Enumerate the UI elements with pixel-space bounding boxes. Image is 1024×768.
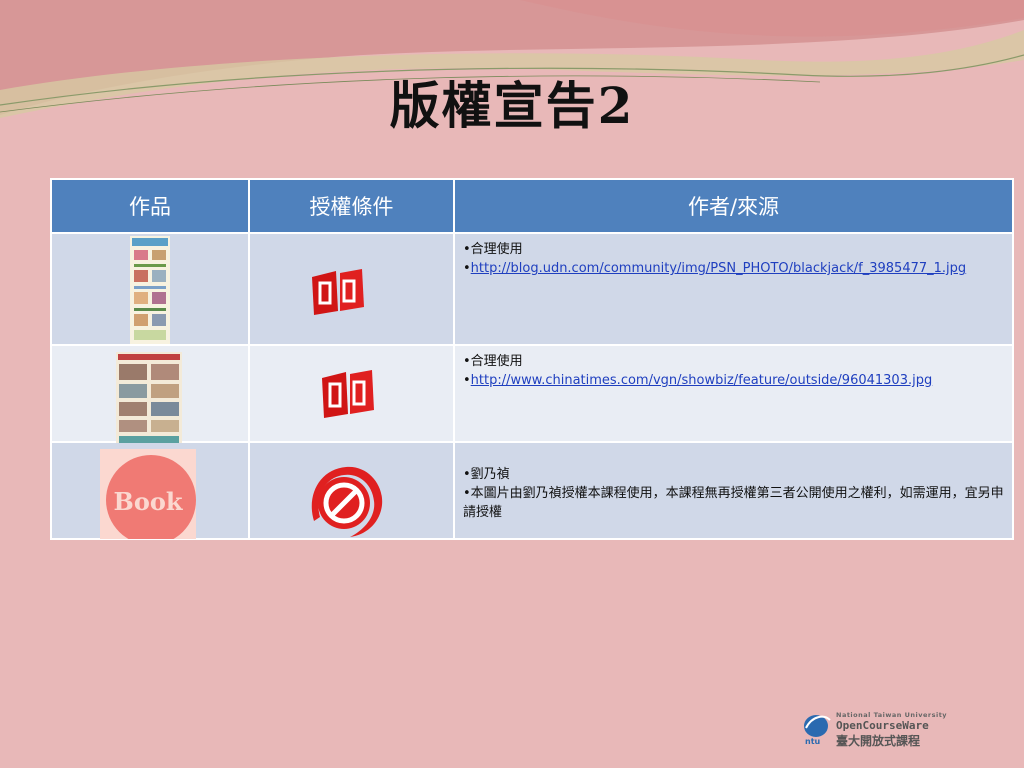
header-source: 作者/來源: [453, 178, 1014, 234]
license-table: 作品 授權條件 作者/來源 •合理使用 •http://blog.udn.com…: [50, 178, 1014, 540]
table-row: Book •劉乃禎 •本圖片由劉乃禎授權本課程使用，本課程無再授權第三者公開使用…: [50, 441, 1014, 540]
open-book-icon: [322, 370, 374, 418]
license-cell: [248, 344, 455, 443]
source-link[interactable]: http://blog.udn.com/community/img/PSN_PH…: [471, 261, 966, 276]
work-cell: [50, 344, 250, 448]
logo-university: National Taiwan University: [836, 711, 948, 719]
source-line: •本圖片由劉乃禎授權本課程使用，本課程無再授權第三者公開使用之權利，如需運用，宜…: [463, 486, 1004, 520]
open-book-icon: [312, 269, 364, 315]
table-row: •合理使用 •http://blog.udn.com/community/img…: [50, 232, 1014, 346]
license-cell: [248, 232, 455, 346]
header-work: 作品: [50, 178, 250, 234]
source-cell: •合理使用 •http://www.chinatimes.com/vgn/sho…: [453, 344, 1014, 443]
book-logo-thumbnail-icon: Book: [100, 449, 196, 539]
work-cell: [50, 232, 250, 346]
source-cell: •劉乃禎 •本圖片由劉乃禎授權本課程使用，本課程無再授權第三者公開使用之權利，如…: [453, 441, 1014, 540]
magazine-page-thumbnail-icon: [130, 236, 170, 344]
svg-text:ntu: ntu: [805, 737, 821, 746]
table-row: •合理使用 •http://www.chinatimes.com/vgn/sho…: [50, 344, 1014, 448]
logo-ocw: OpenCourseWare: [836, 719, 929, 732]
book-logo-label: Book: [113, 487, 183, 516]
table-header-row: 作品 授權條件 作者/來源: [50, 178, 1014, 234]
logo-chinese: 臺大開放式課程: [836, 734, 921, 748]
source-line: •合理使用: [463, 242, 523, 257]
header-license: 授權條件: [248, 178, 455, 234]
source-link[interactable]: http://www.chinatimes.com/vgn/showbiz/fe…: [471, 373, 933, 388]
license-cell: [248, 441, 455, 540]
work-cell: Book: [50, 441, 250, 540]
source-cell: •合理使用 •http://blog.udn.com/community/img…: [453, 232, 1014, 346]
source-line: •合理使用: [463, 354, 523, 369]
newspaper-page-thumbnail-icon: [116, 352, 182, 448]
page-title: 版權宣告2: [389, 76, 635, 135]
no-entry-icon: [311, 466, 383, 537]
source-line: •劉乃禎: [463, 467, 510, 482]
